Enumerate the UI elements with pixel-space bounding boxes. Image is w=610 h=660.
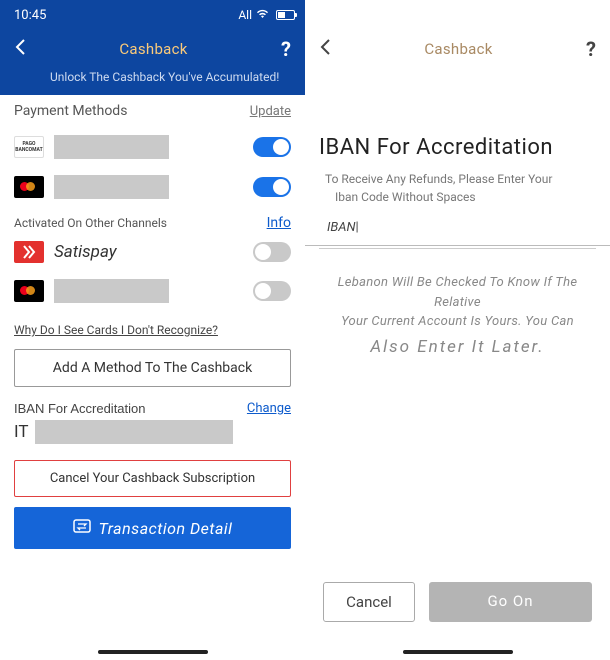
page-title: Cashback <box>119 40 187 58</box>
back-icon[interactable] <box>14 37 26 61</box>
info-link[interactable]: Info <box>267 215 291 231</box>
bancomat-icon: PAGOBANCOMAT <box>14 136 44 158</box>
bottom-actions: Cancel Go On <box>305 582 610 622</box>
title-row: Cashback ? <box>0 28 305 64</box>
app-header: Cashback ? <box>305 28 610 123</box>
mastercard-icon <box>14 176 44 198</box>
screen-cashback-main: 10:45 All Cashback ? Unlock The Cashback… <box>0 0 305 660</box>
iban-input-label: IBAN <box>327 220 356 235</box>
other-channel-row <box>0 271 305 311</box>
caution-line3: Also Enter It Later. <box>319 335 596 361</box>
home-indicator[interactable] <box>403 650 513 654</box>
caution-line1: Lebanon Will Be Checked To Know If The R… <box>338 275 578 310</box>
wifi-icon <box>256 9 269 22</box>
other-channels-header: Activated On Other Channels Info <box>0 207 305 233</box>
masked-card-number <box>54 175 169 199</box>
payment-toggle[interactable] <box>253 177 291 197</box>
masked-card-number <box>54 135 169 159</box>
channel-toggle[interactable] <box>253 281 291 301</box>
iban-heading: IBAN For Accreditation <box>305 123 610 172</box>
transaction-label: Transaction Detail <box>99 519 233 538</box>
masked-card-number <box>54 279 169 303</box>
transaction-icon <box>73 517 91 539</box>
app-header: 10:45 All Cashback ? Unlock The Cashback… <box>0 0 305 95</box>
battery-icon <box>273 10 295 20</box>
status-bar: 10:45 All <box>0 0 305 28</box>
update-link[interactable]: Update <box>250 104 291 119</box>
cancel-subscription-button[interactable]: Cancel Your Cashback Subscription <box>14 460 291 497</box>
iban-caution: Lebanon Will Be Checked To Know If The R… <box>305 249 610 360</box>
home-indicator[interactable] <box>98 650 208 654</box>
help-icon[interactable]: ? <box>281 37 291 61</box>
other-channel-row: Satispay <box>0 233 305 271</box>
other-channel-label: Satispay <box>54 242 117 262</box>
caution-line2: Your Current Account Is Yours. You Can <box>341 314 574 329</box>
change-iban-link[interactable]: Change <box>247 401 291 416</box>
cancel-button[interactable]: Cancel <box>323 582 415 622</box>
unlock-banner: Unlock The Cashback You've Accumulated! <box>0 70 293 92</box>
iban-prefix: IT <box>14 422 29 442</box>
channel-toggle[interactable] <box>253 242 291 262</box>
transaction-detail-button[interactable]: Transaction Detail <box>14 507 291 549</box>
iban-section-header: IBAN For Accreditation Change <box>0 393 305 420</box>
status-right: All <box>238 8 295 22</box>
mastercard-icon <box>14 280 44 302</box>
add-method-button[interactable]: Add A Method To The Cashback <box>14 349 291 387</box>
title-row: Cashback ? <box>305 28 610 64</box>
status-time: 10:45 <box>14 8 46 23</box>
payment-methods-title: Payment Methods <box>14 103 127 119</box>
why-cards-link[interactable]: Why Do I See Cards I Don't Recognize? <box>0 311 305 343</box>
iban-value-row: IT <box>0 420 305 454</box>
iban-label: IBAN For Accreditation <box>14 401 146 416</box>
masked-iban <box>35 420 233 444</box>
status-carrier: All <box>238 8 252 22</box>
payment-toggle[interactable] <box>253 137 291 157</box>
back-icon[interactable] <box>319 37 331 61</box>
payment-method-row: PAGOBANCOMAT <box>0 127 305 167</box>
iban-desc-line1: To Receive Any Refunds, Please Enter You… <box>305 172 610 190</box>
go-on-button[interactable]: Go On <box>429 582 592 622</box>
page-title: Cashback <box>424 40 492 58</box>
other-channels-title: Activated On Other Channels <box>14 216 167 230</box>
help-icon[interactable]: ? <box>586 37 596 61</box>
payment-methods-header: Payment Methods Update <box>0 95 305 127</box>
iban-desc-line2: Iban Code Without Spaces <box>305 190 610 208</box>
screen-iban-entry: Cashback ? IBAN For Accreditation To Rec… <box>305 0 610 660</box>
payment-method-row <box>0 167 305 207</box>
satispay-icon <box>14 241 44 263</box>
iban-input[interactable]: IBAN| <box>305 212 610 246</box>
